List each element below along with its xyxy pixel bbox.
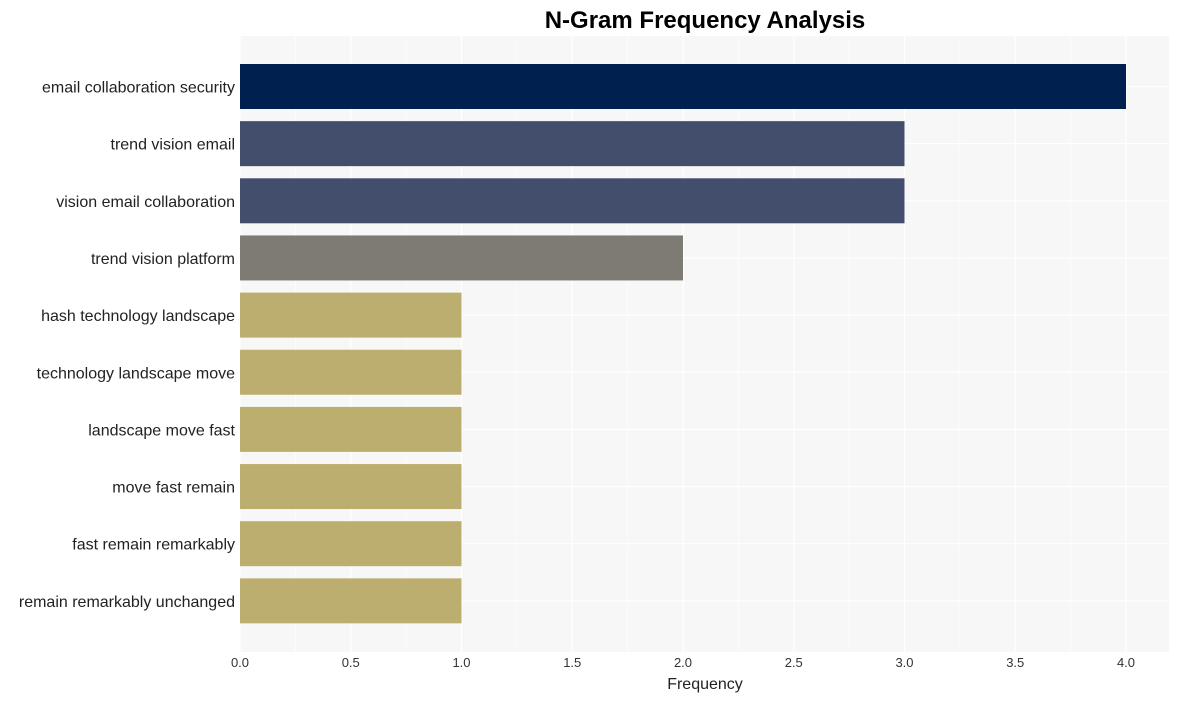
ngram-frequency-chart: N-Gram Frequency Analysis email collabor… [19, 7, 1169, 693]
bar-hash-technology-landscape [240, 292, 462, 338]
bar-landscape-move-fast [240, 406, 462, 452]
y-tick-label: landscape move fast [88, 422, 235, 439]
bar-move-fast-remain [240, 464, 462, 510]
x-tick-label: 1.5 [563, 655, 581, 670]
y-tick-label: vision email collaboration [56, 194, 235, 211]
x-tick-label: 2.0 [674, 655, 692, 670]
bar-vision-email-collaboration [240, 178, 905, 224]
bar-trend-vision-email [240, 121, 905, 167]
y-tick-label: trend vision platform [91, 251, 235, 268]
bar-fast-remain-remarkably [240, 521, 462, 567]
chart-title: N-Gram Frequency Analysis [545, 7, 866, 34]
x-tick-label: 4.0 [1117, 655, 1135, 670]
x-tick-label: 2.5 [785, 655, 803, 670]
x-tick-label: 0.0 [231, 655, 249, 670]
x-tick-label: 1.0 [452, 655, 470, 670]
y-axis-labels: email collaboration security trend vision… [19, 80, 236, 611]
bar-remain-remarkably-unchanged [240, 578, 462, 624]
bar-technology-landscape-move [240, 349, 462, 395]
y-tick-label: fast remain remarkably [72, 537, 235, 554]
y-tick-label: hash technology landscape [41, 308, 235, 325]
y-tick-label: technology landscape move [37, 365, 235, 382]
x-tick-label: 3.5 [1006, 655, 1024, 670]
bar-trend-vision-platform [240, 235, 683, 281]
x-tick-label: 0.5 [342, 655, 360, 670]
bar-email-collaboration-security [240, 64, 1126, 109]
x-tick-label: 3.0 [895, 655, 913, 670]
y-tick-label: move fast remain [112, 480, 235, 497]
y-tick-label: email collaboration security [42, 80, 235, 97]
y-tick-label: trend vision email [111, 137, 236, 154]
x-axis-ticks: 0.0 0.5 1.0 1.5 2.0 2.5 3.0 3.5 4.0 [231, 655, 1135, 670]
x-axis-label: Frequency [667, 676, 743, 693]
y-tick-label: remain remarkably unchanged [19, 594, 235, 611]
